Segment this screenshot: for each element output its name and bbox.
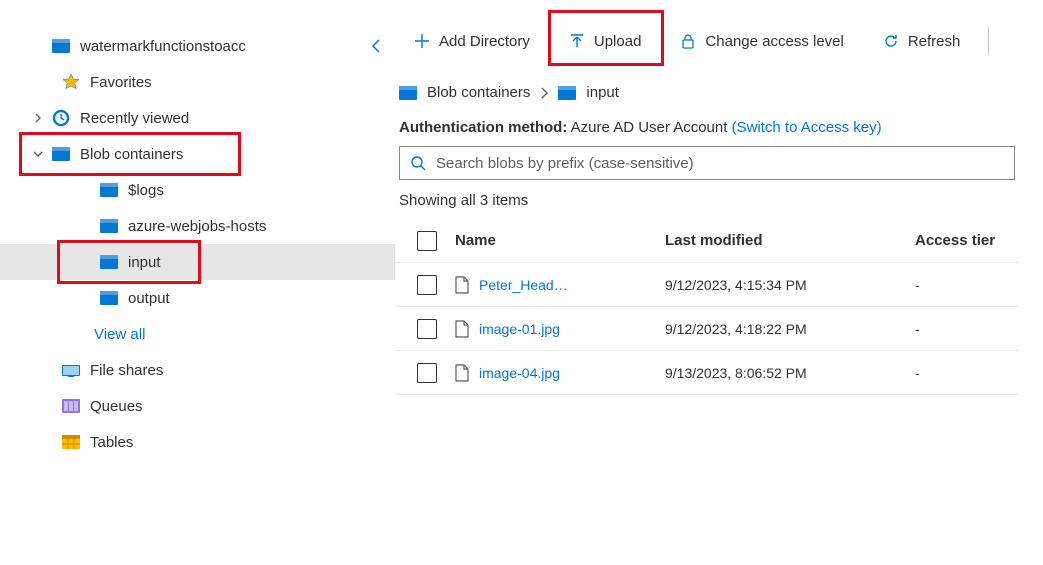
sidebar-item-tables[interactable]: Tables xyxy=(0,424,395,460)
storage-account-icon xyxy=(52,37,70,55)
auth-label: Authentication method: xyxy=(399,119,567,136)
cell-modified: 9/12/2023, 4:18:22 PM xyxy=(665,321,915,337)
container-icon xyxy=(100,181,118,199)
label: File shares xyxy=(90,362,163,379)
upload-button[interactable]: Upload xyxy=(554,24,656,58)
table-row[interactable]: image-04.jpg 9/13/2023, 8:06:52 PM - xyxy=(395,351,1019,395)
label: Blob containers xyxy=(80,146,183,163)
chevron-right-icon[interactable] xyxy=(30,113,46,123)
table-row[interactable]: image-01.jpg 9/12/2023, 4:18:22 PM - xyxy=(395,307,1019,351)
cell-modified: 9/13/2023, 8:06:52 PM xyxy=(665,365,915,381)
cell-tier: - xyxy=(915,321,1019,337)
row-checkbox[interactable] xyxy=(417,319,437,339)
blob-table: Name Last modified Access tier Peter_Hea… xyxy=(395,219,1019,395)
auth-method-row: Authentication method: Azure AD User Acc… xyxy=(395,119,1039,136)
label: $logs xyxy=(128,182,164,199)
sidebar-item-view-all[interactable]: View all xyxy=(0,316,395,352)
divider xyxy=(988,27,989,55)
chevron-down-icon[interactable] xyxy=(30,149,46,159)
container-icon xyxy=(399,86,417,100)
search-icon xyxy=(410,155,426,171)
container-icon xyxy=(558,86,576,100)
search-box[interactable] xyxy=(399,146,1015,180)
label: Refresh xyxy=(908,33,961,50)
container-icon xyxy=(100,289,118,307)
cell-tier: - xyxy=(915,365,1019,381)
container-icon xyxy=(100,253,118,271)
toolbar: Add Directory Upload Change access level… xyxy=(395,24,1039,58)
sidebar-item-favorites[interactable]: Favorites xyxy=(0,64,395,100)
table-row[interactable]: Peter_Head… 9/12/2023, 4:15:34 PM - xyxy=(395,263,1019,307)
root-label: watermarkfunctionstoacc xyxy=(80,38,246,55)
main-content: Add Directory Upload Change access level… xyxy=(395,0,1043,565)
sidebar: ▶ watermarkfunctionstoacc Favorites Rece… xyxy=(0,0,395,565)
file-name-link[interactable]: image-01.jpg xyxy=(479,321,560,337)
breadcrumb-root[interactable]: Blob containers xyxy=(427,84,530,101)
select-all-checkbox[interactable] xyxy=(417,231,437,251)
search-input[interactable] xyxy=(436,155,1004,172)
clock-icon xyxy=(52,109,70,127)
header-tier[interactable]: Access tier xyxy=(915,232,1019,249)
sidebar-item-azure-webjobs-hosts[interactable]: azure-webjobs-hosts xyxy=(0,208,395,244)
file-name-link[interactable]: Peter_Head… xyxy=(479,277,568,293)
collapse-sidebar-icon[interactable] xyxy=(371,38,381,54)
label: Add Directory xyxy=(439,33,530,50)
breadcrumb-current: input xyxy=(586,84,619,101)
label: Tables xyxy=(90,434,133,451)
file-name-link[interactable]: image-04.jpg xyxy=(479,365,560,381)
sidebar-item-output[interactable]: output xyxy=(0,280,395,316)
file-icon xyxy=(455,364,469,382)
change-access-level-button[interactable]: Change access level xyxy=(665,24,857,58)
file-icon xyxy=(455,320,469,338)
row-checkbox[interactable] xyxy=(417,275,437,295)
switch-access-key-link[interactable]: (Switch to Access key) xyxy=(732,119,882,136)
header-modified[interactable]: Last modified xyxy=(665,232,915,249)
label: View all xyxy=(94,326,145,343)
breadcrumb: Blob containers input xyxy=(395,84,1039,101)
sidebar-item-recently-viewed[interactable]: Recently viewed xyxy=(0,100,395,136)
file-icon xyxy=(455,276,469,294)
file-shares-icon xyxy=(62,361,80,379)
sidebar-root[interactable]: ▶ watermarkfunctionstoacc xyxy=(0,28,395,64)
refresh-button[interactable]: Refresh xyxy=(868,24,975,58)
label: Favorites xyxy=(90,74,152,91)
lock-icon xyxy=(679,32,697,50)
auth-value: Azure AD User Account xyxy=(571,119,728,136)
label: azure-webjobs-hosts xyxy=(128,218,266,235)
sidebar-item-queues[interactable]: Queues xyxy=(0,388,395,424)
container-icon xyxy=(52,145,70,163)
add-directory-button[interactable]: Add Directory xyxy=(399,24,544,58)
row-checkbox[interactable] xyxy=(417,363,437,383)
sidebar-item-logs[interactable]: $logs xyxy=(0,172,395,208)
queues-icon xyxy=(62,397,80,415)
sidebar-item-input[interactable]: input xyxy=(0,244,395,280)
label: input xyxy=(128,254,161,271)
tables-icon xyxy=(62,433,80,451)
chevron-right-icon xyxy=(540,87,548,99)
label: Recently viewed xyxy=(80,110,189,127)
header-name[interactable]: Name xyxy=(455,232,665,249)
cell-tier: - xyxy=(915,277,1019,293)
plus-icon xyxy=(413,32,431,50)
label: Upload xyxy=(594,33,642,50)
sidebar-item-blob-containers[interactable]: Blob containers xyxy=(0,136,395,172)
table-header: Name Last modified Access tier xyxy=(395,219,1019,263)
label: Change access level xyxy=(705,33,843,50)
label: output xyxy=(128,290,170,307)
upload-icon xyxy=(568,32,586,50)
cell-modified: 9/12/2023, 4:15:34 PM xyxy=(665,277,915,293)
sidebar-item-file-shares[interactable]: File shares xyxy=(0,352,395,388)
refresh-icon xyxy=(882,32,900,50)
item-count: Showing all 3 items xyxy=(395,192,1039,209)
label: Queues xyxy=(90,398,143,415)
container-icon xyxy=(100,217,118,235)
star-icon xyxy=(62,73,80,91)
